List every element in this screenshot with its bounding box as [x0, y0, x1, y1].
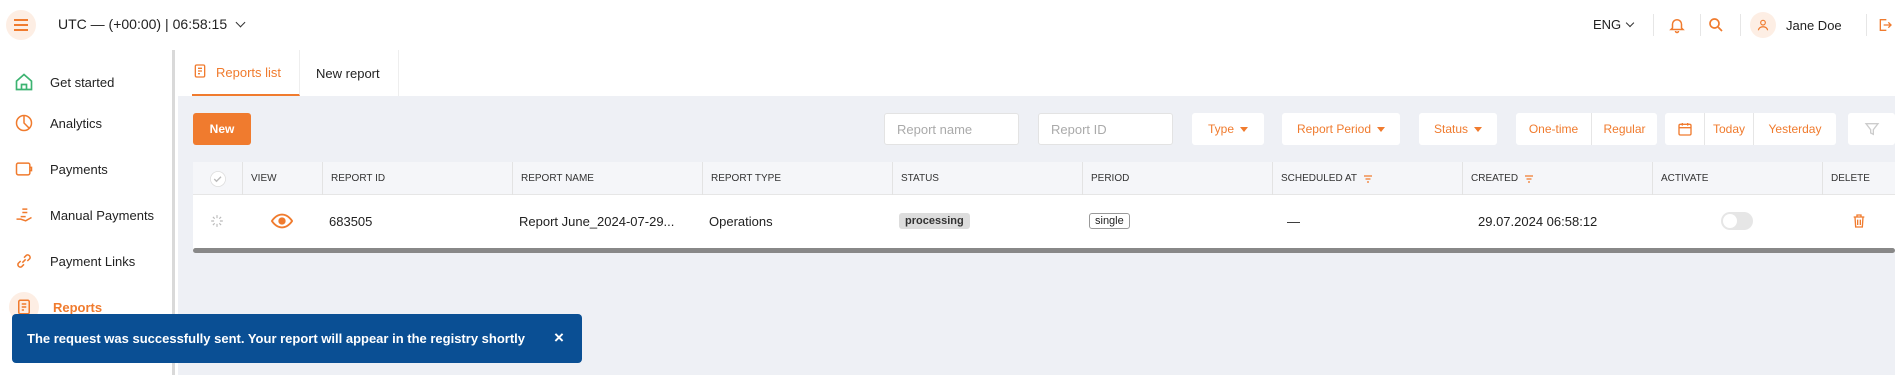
search-icon[interactable] — [1703, 12, 1729, 38]
user-name: Jane Doe — [1786, 17, 1842, 33]
sidebar-item-get-started[interactable]: Get started — [12, 70, 114, 94]
column-header-view: VIEW — [242, 162, 322, 195]
chevron-down-icon — [1625, 18, 1635, 27]
bell-icon[interactable] — [1664, 12, 1690, 38]
report-name-input[interactable] — [884, 113, 1019, 145]
report-icon — [192, 63, 208, 82]
today-option[interactable]: Today — [1705, 113, 1754, 145]
frequency-toggle: One-time Regular — [1516, 113, 1657, 145]
divider — [1653, 14, 1654, 36]
type-dropdown[interactable]: Type — [1192, 113, 1264, 145]
sidebar-item-analytics[interactable]: Analytics — [12, 111, 102, 135]
cell-report-type: Operations — [709, 213, 773, 229]
menu-icon[interactable] — [6, 10, 36, 40]
sidebar-item-label: Get started — [50, 74, 115, 90]
wallet-icon — [12, 157, 36, 181]
sidebar-item-label: Manual Payments — [50, 207, 155, 223]
tab-bar: Reports list New report — [178, 50, 1895, 96]
caret-down-icon — [1474, 126, 1483, 132]
sidebar-item-label: Analytics — [50, 115, 103, 131]
logout-icon[interactable] — [1872, 12, 1895, 38]
tab-label: New report — [316, 65, 380, 81]
caret-down-icon — [1240, 126, 1248, 132]
hand-coins-icon — [12, 203, 36, 227]
row-loading-icon — [210, 195, 224, 247]
divider — [1740, 14, 1741, 36]
column-header-status: STATUS — [892, 162, 1082, 195]
column-header-label: CREATED — [1471, 173, 1519, 184]
sort-icon — [1363, 174, 1372, 183]
sidebar-item-label: Payment Links — [50, 253, 136, 269]
cell-report-name: Report June_2024-07-29... — [519, 213, 675, 229]
tab-label: Reports list — [216, 64, 282, 80]
column-header-label: SCHEDULED AT — [1281, 173, 1357, 184]
sidebar-item-label: Reports — [53, 299, 103, 315]
cell-scheduled-at: — — [1287, 213, 1300, 229]
regular-option[interactable]: Regular — [1592, 113, 1657, 145]
type-label: Type — [1207, 122, 1234, 136]
top-bar: UTC — (+00:00) | 06:58:15 ENG Jane Doe — [0, 0, 1895, 50]
table-header: VIEW REPORT ID REPORT NAME REPORT TYPE S… — [193, 162, 1895, 195]
sidebar-item-label: Payments — [50, 161, 108, 177]
date-range-selector: Today Yesterday — [1665, 113, 1836, 145]
timezone-label: UTC — (+00:00) | — [58, 16, 169, 32]
eye-icon[interactable] — [271, 195, 293, 247]
sort-icon — [1525, 174, 1534, 183]
pie-chart-icon — [12, 111, 36, 135]
status-dropdown[interactable]: Status — [1419, 113, 1497, 145]
column-header-report-id: REPORT ID — [322, 162, 512, 195]
column-header-scheduled-at[interactable]: SCHEDULED AT — [1272, 162, 1462, 195]
new-report-button[interactable]: New — [193, 113, 251, 145]
filter-icon — [1848, 113, 1895, 145]
report-id-input[interactable] — [1038, 113, 1173, 145]
sidebar-item-manual-payments[interactable]: Manual Payments — [12, 203, 154, 227]
sidebar-item-payments[interactable]: Payments — [12, 157, 108, 181]
column-header-report-type: REPORT TYPE — [702, 162, 892, 195]
activate-toggle[interactable] — [1721, 195, 1753, 247]
column-header-activate: ACTIVATE — [1652, 162, 1822, 195]
report-period-label: Report Period — [1296, 122, 1372, 136]
language-selector[interactable]: ENG — [1593, 17, 1635, 32]
caret-down-icon — [1377, 126, 1386, 132]
close-icon[interactable]: × — [550, 328, 568, 347]
user-icon — [1750, 12, 1776, 38]
report-period-dropdown[interactable]: Report Period — [1282, 113, 1400, 145]
divider — [1700, 14, 1701, 36]
cell-period: single — [1089, 195, 1130, 247]
cell-created: 29.07.2024 06:58:12 — [1478, 213, 1598, 229]
user-menu[interactable]: Jane Doe — [1750, 12, 1842, 38]
success-toast: The request was successfully sent. Your … — [12, 314, 582, 363]
status-label: Status — [1433, 122, 1469, 136]
cell-status: processing — [899, 195, 970, 247]
chevron-down-icon — [235, 17, 246, 27]
tab-reports-list[interactable]: Reports list — [192, 50, 301, 96]
column-header-report-name: REPORT NAME — [512, 162, 702, 195]
calendar-icon[interactable] — [1665, 113, 1705, 145]
language-label: ENG — [1593, 17, 1622, 32]
one-time-option[interactable]: One-time — [1516, 113, 1592, 145]
column-header-created[interactable]: CREATED — [1462, 162, 1652, 195]
divider — [1866, 14, 1867, 36]
table-row: 683505 Report June_2024-07-29... Operati… — [193, 195, 1895, 247]
trash-icon[interactable] — [1851, 195, 1867, 247]
home-icon — [12, 70, 36, 94]
timezone-selector[interactable]: UTC — (+00:00) | 06:58:15 — [58, 16, 246, 32]
tab-new-report[interactable]: New report — [300, 50, 399, 96]
column-header-period: PERIOD — [1082, 162, 1272, 195]
select-all-checkbox[interactable] — [193, 162, 242, 195]
filter-bar: New Type Report Period Status One-time R… — [193, 113, 1895, 145]
link-icon — [12, 249, 36, 273]
filter-button[interactable] — [1848, 113, 1895, 145]
column-header-delete: DELETE — [1822, 162, 1895, 195]
sidebar-item-payment-links[interactable]: Payment Links — [12, 249, 135, 273]
yesterday-option[interactable]: Yesterday — [1754, 113, 1836, 145]
horizontal-scrollbar[interactable] — [193, 248, 1895, 253]
reports-table: VIEW REPORT ID REPORT NAME REPORT TYPE S… — [193, 162, 1895, 253]
cell-report-id: 683505 — [329, 213, 373, 229]
period-badge: single — [1089, 213, 1130, 229]
status-badge: processing — [899, 213, 970, 229]
toast-message: The request was successfully sent. Your … — [27, 331, 526, 346]
current-time: 06:58:15 — [172, 16, 228, 32]
